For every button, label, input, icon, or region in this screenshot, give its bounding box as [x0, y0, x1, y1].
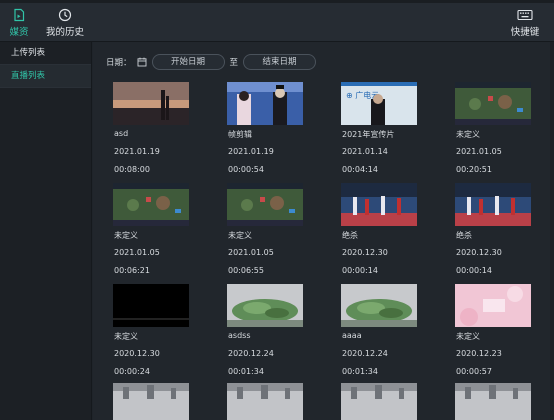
video-title: 未定义	[456, 332, 480, 341]
video-date: 2021.01.05	[228, 248, 274, 257]
video-card[interactable]: 未定义 2021.01.05 00:20:51	[455, 82, 531, 174]
calendar-icon[interactable]	[137, 57, 147, 67]
video-title: 未定义	[456, 130, 480, 139]
date-filter-label: 日期：	[106, 58, 132, 68]
video-duration: 00:00:14	[456, 266, 492, 275]
video-date: 2021.01.05	[456, 147, 502, 156]
video-card[interactable]: 未定义 2021.01.05 00:06:55	[227, 183, 303, 275]
scrollbar[interactable]	[550, 42, 554, 420]
video-title: 帧剪辑	[228, 130, 252, 139]
video-card[interactable]: 未定义 2020.12.23 00:00:57	[455, 284, 531, 376]
video-card[interactable]: 未定义 2020.12.30 00:00:24	[113, 284, 189, 376]
video-date: 2020.12.24	[342, 349, 388, 358]
video-thumbnail[interactable]	[113, 183, 189, 226]
video-thumbnail[interactable]: ⊕ 广电云	[341, 82, 417, 125]
video-card[interactable]: 绝杀 2020.12.30 00:00:14	[455, 183, 531, 275]
video-duration: 00:08:00	[114, 165, 150, 174]
video-duration: 00:00:54	[228, 165, 264, 174]
video-date: 2021.01.05	[114, 248, 160, 257]
video-thumbnail[interactable]	[455, 284, 531, 327]
video-duration: 00:01:34	[342, 367, 378, 376]
video-title: 未定义	[114, 231, 138, 240]
video-thumbnail[interactable]	[341, 383, 417, 420]
shortcut-button[interactable]: 快捷键	[508, 8, 542, 38]
title-strip	[0, 0, 554, 3]
tab-history[interactable]: 我的历史	[44, 8, 86, 38]
video-duration: 00:01:34	[228, 367, 264, 376]
end-date-input[interactable]: 结束日期	[243, 54, 317, 70]
video-title: 2021年宣传片	[342, 130, 395, 139]
video-card[interactable]: 绝杀 2020.12.30 00:00:14	[341, 183, 417, 275]
video-card[interactable]: asd 2021.01.19 00:08:00	[113, 82, 189, 174]
video-card[interactable]: 帧剪辑 2021.01.19 00:00:54	[227, 82, 303, 174]
video-title: asdss	[228, 331, 251, 340]
video-duration: 00:06:55	[228, 266, 264, 275]
video-date: 2020.12.30	[342, 248, 388, 257]
video-date: 2021.01.19	[114, 147, 160, 156]
video-thumbnail[interactable]	[341, 284, 417, 327]
video-date: 2021.01.14	[342, 147, 388, 156]
video-duration: 00:20:51	[456, 165, 492, 174]
video-title: asd	[114, 129, 129, 138]
video-thumbnail[interactable]	[113, 284, 189, 327]
date-filter: 日期： 开始日期 至 结束日期	[106, 54, 317, 70]
video-thumbnail[interactable]	[113, 82, 189, 125]
video-title: 未定义	[228, 231, 252, 240]
video-date: 2020.12.23	[456, 349, 502, 358]
video-card[interactable]: ⊕ 广电云 2021年宣传片 2021.01.14 00:04:14	[341, 82, 417, 174]
video-thumbnail[interactable]	[455, 383, 531, 420]
video-duration: 00:04:14	[342, 165, 378, 174]
date-range-separator: 至	[229, 58, 239, 68]
sidebar-item-label: 直播列表	[11, 71, 46, 81]
sidebar-item-upload-list[interactable]: 上传列表	[0, 42, 91, 65]
video-thumbnail[interactable]	[341, 183, 417, 226]
start-date-input[interactable]: 开始日期	[151, 54, 225, 70]
video-card[interactable]: asdss 2020.12.24 00:01:34	[227, 284, 303, 376]
keyboard-icon	[517, 9, 533, 21]
video-duration: 00:00:24	[114, 367, 150, 376]
video-thumbnail[interactable]	[455, 82, 531, 125]
video-date: 2020.12.30	[114, 349, 160, 358]
video-card[interactable]	[455, 383, 531, 420]
video-title: 绝杀	[342, 231, 358, 240]
video-card[interactable]	[113, 383, 189, 420]
video-thumbnail[interactable]	[113, 383, 189, 420]
video-card[interactable]: 未定义 2021.01.05 00:06:21	[113, 183, 189, 275]
top-toolbar: 媒资 我的历史 快捷键	[0, 0, 554, 42]
video-duration: 00:00:14	[342, 266, 378, 275]
video-date: 2020.12.30	[456, 248, 502, 257]
video-card[interactable]: aaaa 2020.12.24 00:01:34	[341, 284, 417, 376]
video-date: 2021.01.19	[228, 147, 274, 156]
video-title: 绝杀	[456, 231, 472, 240]
sidebar-item-live-list[interactable]: 直播列表	[0, 65, 91, 88]
video-thumbnail[interactable]	[227, 183, 303, 226]
tab-media[interactable]: 媒资	[6, 8, 32, 38]
video-thumbnail[interactable]	[227, 383, 303, 420]
video-duration: 00:00:57	[456, 367, 492, 376]
video-thumbnail[interactable]	[227, 284, 303, 327]
document-icon	[14, 8, 25, 22]
video-card[interactable]	[227, 383, 303, 420]
media-grid-panel: 日期： 开始日期 至 结束日期 asd 2021.01.19 00:08:00 帧剪辑…	[93, 42, 554, 420]
video-card[interactable]	[341, 383, 417, 420]
tab-media-label: 媒资	[9, 27, 29, 38]
shortcut-label: 快捷键	[510, 27, 540, 38]
tab-history-label: 我的历史	[45, 27, 84, 38]
video-thumbnail[interactable]	[227, 82, 303, 125]
video-title: aaaa	[342, 331, 362, 340]
video-duration: 00:06:21	[114, 266, 150, 275]
sidebar-item-label: 上传列表	[11, 48, 46, 58]
video-title: 未定义	[114, 332, 138, 341]
clock-icon	[58, 8, 72, 22]
video-thumbnail[interactable]	[455, 183, 531, 226]
video-date: 2020.12.24	[228, 349, 274, 358]
sidebar: 上传列表 直播列表	[0, 42, 92, 420]
